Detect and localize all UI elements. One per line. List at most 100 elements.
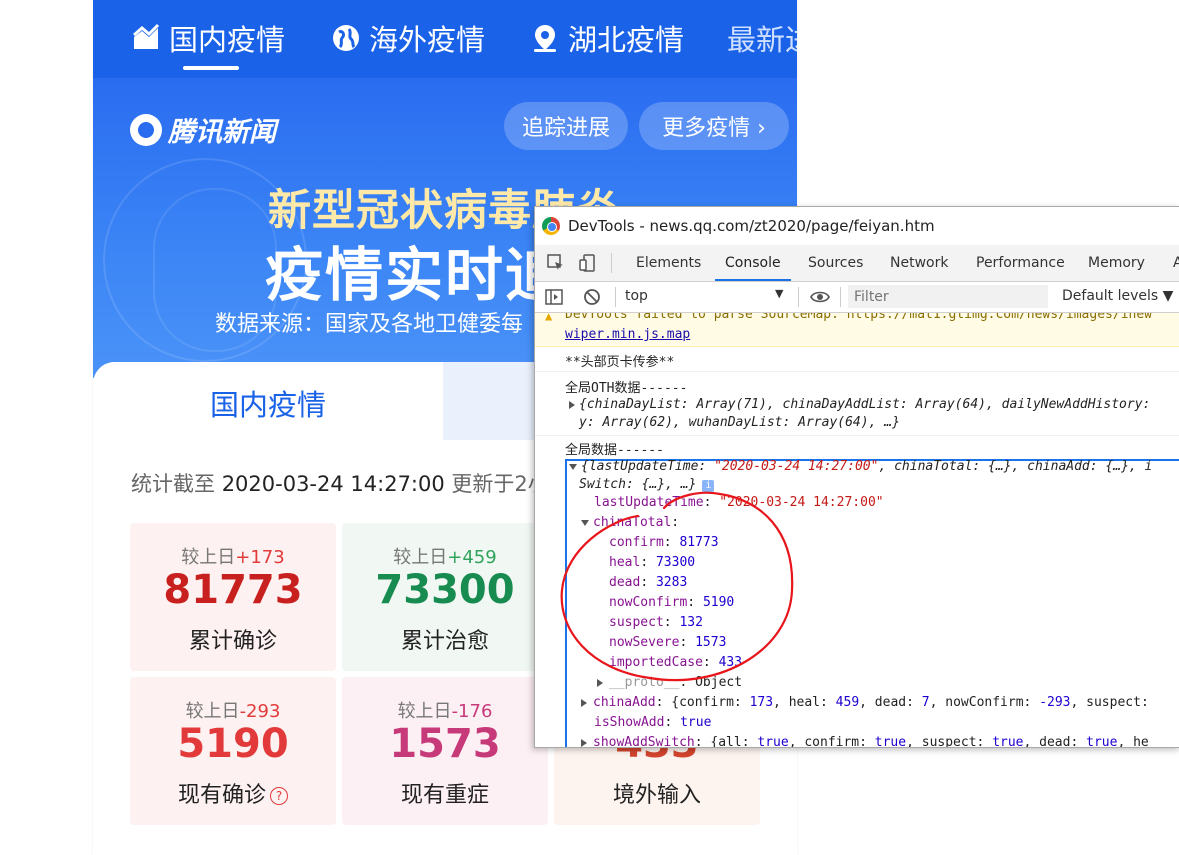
stat-value: 81773 xyxy=(163,567,303,613)
divider xyxy=(840,287,841,307)
stat-delta: 较上日-176 xyxy=(397,701,493,722)
help-icon[interactable]: ? xyxy=(270,787,288,805)
console-filter-input[interactable] xyxy=(848,285,1048,308)
devtools-tabbar: Elements Console Sources Network Perform… xyxy=(535,245,1179,282)
update-time-line: 统计截至 2020-03-24 14:27:00 更新于2小 xyxy=(131,468,549,498)
field-importedCase: importedCase: 433 xyxy=(609,655,743,670)
console-log-oth-label: 全局OTH数据------ xyxy=(565,381,688,396)
console-log-global-label: 全局数据------ xyxy=(565,443,664,458)
field-suspect: suspect: 132 xyxy=(609,615,703,630)
info-icon[interactable]: i xyxy=(702,480,715,492)
logo-text: 腾讯新闻 xyxy=(168,117,276,148)
context-selector[interactable]: top xyxy=(625,288,648,304)
prop-showAddSwitch[interactable]: showAddSwitch: {all: true, confirm: true… xyxy=(581,735,1149,747)
chrome-icon xyxy=(542,217,560,235)
console-output: ▲ DevTools failed to parse SourceMap: ht… xyxy=(535,313,1179,747)
stat-delta: 较上日-293 xyxy=(185,701,281,722)
update-time: 2020-03-24 14:27:00 xyxy=(221,472,445,496)
location-pin-icon xyxy=(530,23,560,53)
global-object-preview-cont: Switch: {…}, …} i xyxy=(579,477,715,492)
divider xyxy=(611,253,612,273)
tab-hubei[interactable]: 湖北疫情 xyxy=(530,18,684,58)
expand-triangle-icon[interactable] xyxy=(581,738,587,747)
stat-value: 1573 xyxy=(389,721,501,767)
tab-elements[interactable]: Elements xyxy=(636,245,701,281)
tab-application[interactable]: A xyxy=(1173,245,1179,281)
stat-total-confirmed: 较上日+173 81773 累计确诊 xyxy=(130,523,336,671)
clear-console-icon[interactable] xyxy=(583,288,601,306)
stat-label: 现有重症 xyxy=(400,783,489,808)
track-progress-button[interactable]: 追踪进展 xyxy=(504,102,628,150)
expand-triangle-icon[interactable] xyxy=(597,678,603,687)
divider xyxy=(535,371,1179,372)
collapse-triangle-icon[interactable] xyxy=(569,463,577,470)
device-toolbar-icon[interactable] xyxy=(579,254,597,272)
stat-label: 累计治愈 xyxy=(400,629,489,654)
field-confirm: confirm: 81773 xyxy=(609,535,719,550)
stat-delta: 较上日+459 xyxy=(393,547,497,568)
tab-hubei-label: 湖北疫情 xyxy=(568,23,685,57)
stat-value: 5190 xyxy=(177,721,289,767)
tab-performance[interactable]: Performance xyxy=(976,245,1065,281)
stat-current-confirmed: 较上日-293 5190 现有确诊? xyxy=(130,677,336,825)
tab-sources[interactable]: Sources xyxy=(808,245,863,281)
eye-icon[interactable] xyxy=(810,288,830,306)
prop-chinaAdd[interactable]: chinaAdd: {confirm: 173, heal: 459, dead… xyxy=(581,695,1149,710)
prop-lastUpdateTime: lastUpdateTime: "2020-03-24 14:27:00" xyxy=(594,495,884,510)
stat-label: 累计确诊 xyxy=(188,629,277,654)
chart-icon xyxy=(131,23,161,53)
prop-proto[interactable]: __proto__: Object xyxy=(597,675,742,690)
tab-domestic-card[interactable]: 国内疫情 xyxy=(93,362,443,440)
log-levels-dropdown[interactable]: Default levels ▼ xyxy=(1062,288,1173,304)
console-toolbar: top ▼ Default levels ▼ xyxy=(535,282,1179,313)
top-navigation: 国内疫情 海外疫情 湖北疫情 最新进 xyxy=(93,0,797,78)
field-nowConfirm: nowConfirm: 5190 xyxy=(609,595,735,610)
prop-chinaTotal[interactable]: chinaTotal: xyxy=(581,515,679,530)
field-dead: dead: 3283 xyxy=(609,575,688,590)
oth-object-preview[interactable]: {chinaDayList: Array(71), chinaDayAddLis… xyxy=(569,397,1150,412)
expand-triangle-icon[interactable] xyxy=(581,698,587,707)
tab-overseas-label: 海外疫情 xyxy=(369,23,486,57)
tab-latest[interactable]: 最新进 xyxy=(727,18,797,58)
global-object-preview[interactable]: {lastUpdateTime: "2020-03-24 14:27:00", … xyxy=(569,459,1152,474)
update-prefix: 统计截至 xyxy=(131,472,215,496)
tab-domestic-label: 国内疫情 xyxy=(169,23,286,57)
divider xyxy=(615,287,616,307)
sidebar-toggle-icon[interactable] xyxy=(545,288,563,306)
stat-label: 现有确诊? xyxy=(130,777,336,809)
globe-icon xyxy=(331,23,361,53)
data-source-text: 数据来源：国家及各地卫健委每 xyxy=(215,312,524,337)
field-nowSevere: nowSevere: 1573 xyxy=(609,635,727,650)
collapse-triangle-icon[interactable] xyxy=(581,519,589,526)
tencent-logo-icon xyxy=(130,113,162,146)
stat-label: 境外输入 xyxy=(612,783,701,808)
card-tab-label: 国内疫情 xyxy=(210,388,327,422)
sourcemap-link[interactable]: wiper.min.js.map xyxy=(565,327,690,342)
devtools-window: DevTools - news.qq.com/zt2020/page/feiya… xyxy=(534,206,1179,748)
stat-delta: 较上日+173 xyxy=(181,547,285,568)
tab-latest-label: 最新进 xyxy=(727,23,797,57)
field-heal: heal: 73300 xyxy=(609,555,696,570)
active-tab-indicator xyxy=(183,66,239,70)
warning-icon: ▲ xyxy=(545,313,553,323)
more-epidemic-button[interactable]: 更多疫情 › xyxy=(639,102,789,150)
tab-overseas[interactable]: 海外疫情 xyxy=(331,18,485,58)
expand-triangle-icon[interactable] xyxy=(569,400,575,409)
divider xyxy=(535,435,1179,436)
inspect-element-icon[interactable] xyxy=(547,254,565,272)
stat-total-healed: 较上日+459 73300 累计治愈 xyxy=(342,523,548,671)
oth-object-preview-cont: y: Array(62), wuhanDayList: Array(64), …… xyxy=(579,415,900,430)
tab-memory[interactable]: Memory xyxy=(1088,245,1145,281)
stat-current-severe: 较上日-176 1573 现有重症 xyxy=(342,677,548,825)
devtools-title: DevTools - news.qq.com/zt2020/page/feiya… xyxy=(568,217,935,235)
chevron-down-icon[interactable]: ▼ xyxy=(775,287,783,300)
tab-network[interactable]: Network xyxy=(890,245,948,281)
tab-console[interactable]: Console xyxy=(715,245,791,281)
devtools-titlebar[interactable]: DevTools - news.qq.com/zt2020/page/feiya… xyxy=(535,207,1179,246)
console-log-header-tabs: **头部页卡传参** xyxy=(565,355,675,370)
divider xyxy=(798,287,799,307)
stat-value: 73300 xyxy=(375,567,515,613)
tab-domestic[interactable]: 国内疫情 xyxy=(131,18,285,58)
tencent-news-logo[interactable]: 腾讯新闻 xyxy=(130,110,276,149)
hero-title-line2: 疫情实时追 xyxy=(265,241,566,309)
